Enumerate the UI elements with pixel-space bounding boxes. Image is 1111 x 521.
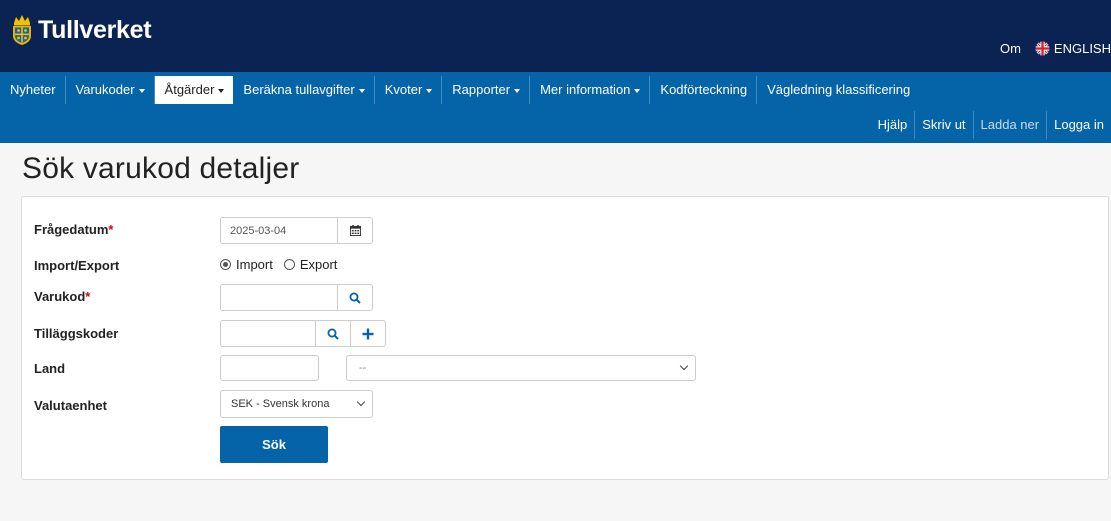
country-select[interactable]: -- — [346, 355, 696, 381]
nav-item-vagledning-klassificering[interactable]: Vägledning klassificering — [757, 76, 919, 104]
currency-label: Valutaenhet — [34, 398, 107, 413]
nav-item-kodforteckning[interactable]: Kodförteckning — [650, 76, 758, 104]
calendar-icon — [349, 225, 361, 236]
chevron-down-icon — [679, 361, 689, 371]
nav-label: Mer information — [540, 82, 631, 97]
label-text: Varukod — [34, 289, 86, 304]
brand-logo[interactable]: Tullverket — [10, 14, 152, 46]
search-icon — [349, 292, 361, 304]
query-date-input[interactable]: 2025-03-04 — [220, 217, 338, 244]
search-submit-button[interactable]: Sök — [220, 426, 328, 463]
nav-item-rapporter[interactable]: Rapporter — [442, 76, 531, 104]
nav-label: Kodförteckning — [660, 82, 748, 97]
caret-down-icon — [426, 88, 433, 93]
nav-item-kvoter[interactable]: Kvoter — [375, 76, 443, 104]
additional-codes-search-button[interactable] — [315, 320, 351, 347]
download-link[interactable]: Ladda ner — [972, 111, 1047, 139]
country-select-value: -- — [359, 362, 367, 374]
nav-item-varukoder[interactable]: Varukoder — [66, 76, 155, 104]
top-header: Tullverket Om ENGLISH — [0, 0, 1111, 72]
help-link[interactable]: Hjälp — [871, 111, 915, 139]
country-code-input[interactable] — [220, 355, 319, 381]
caret-down-icon — [358, 88, 365, 93]
export-radio[interactable] — [283, 259, 295, 270]
additional-codes-input[interactable] — [220, 320, 316, 347]
crown-emblem-icon — [13, 15, 31, 45]
caret-down-icon — [514, 88, 521, 93]
label-text: Frågedatum — [34, 222, 109, 237]
main-navigation: Nyheter Varukoder Åtgärder Beräkna tulla… — [0, 72, 1111, 143]
nav-label: Nyheter — [10, 82, 56, 97]
import-radio-label[interactable]: Import — [236, 257, 273, 272]
nav-item-mer-information[interactable]: Mer information — [530, 76, 651, 104]
login-link[interactable]: Logga in — [1046, 111, 1111, 139]
about-link[interactable]: Om — [1000, 41, 1021, 56]
nav-label: Vägledning klassificering — [767, 82, 911, 97]
uk-flag-icon — [1035, 41, 1050, 56]
caret-down-icon — [218, 88, 225, 93]
caret-down-icon — [138, 88, 145, 93]
calendar-button[interactable] — [337, 217, 373, 244]
goods-code-label: Varukod* — [34, 289, 90, 304]
query-date-label: Frågedatum* — [34, 222, 113, 237]
language-switch[interactable]: ENGLISH — [1035, 41, 1111, 56]
import-export-radio-group: Import Export — [220, 257, 337, 272]
chevron-down-icon — [356, 397, 366, 407]
language-label: ENGLISH — [1053, 41, 1111, 56]
required-mark: * — [85, 289, 91, 304]
plus-icon — [362, 328, 374, 339]
additional-codes-label: Tilläggskoder — [34, 326, 119, 341]
nav-item-berakna-tullavgifter[interactable]: Beräkna tullavgifter — [233, 76, 375, 104]
currency-select[interactable]: SEK - Svensk krona — [220, 390, 373, 418]
brand-name: Tullverket — [38, 15, 152, 44]
nav-label: Kvoter — [384, 82, 423, 97]
required-mark: * — [108, 222, 114, 237]
nav-label: Beräkna tullavgifter — [243, 82, 355, 97]
nav-label: Rapporter — [452, 82, 511, 97]
page-title: Sök varukod detaljer — [22, 152, 300, 185]
nav-label: Åtgärder — [164, 82, 215, 97]
search-form-panel — [21, 196, 1109, 480]
export-radio-label[interactable]: Export — [300, 257, 338, 272]
search-icon — [327, 328, 339, 340]
currency-select-value: SEK - Svensk krona — [231, 398, 330, 410]
import-radio[interactable] — [220, 259, 231, 270]
goods-code-search-button[interactable] — [337, 284, 373, 311]
goods-code-input[interactable] — [220, 284, 338, 311]
caret-down-icon — [634, 88, 641, 93]
add-additional-code-button[interactable] — [350, 320, 386, 347]
nav-label: Varukoder — [75, 82, 135, 97]
nav-item-nyheter[interactable]: Nyheter — [0, 76, 66, 104]
nav-item-atgarder[interactable]: Åtgärder — [154, 76, 234, 104]
import-export-label: Import/Export — [34, 258, 120, 273]
print-link[interactable]: Skriv ut — [914, 111, 972, 139]
query-date-value: 2025-03-04 — [230, 224, 287, 237]
country-label: Land — [34, 361, 66, 376]
